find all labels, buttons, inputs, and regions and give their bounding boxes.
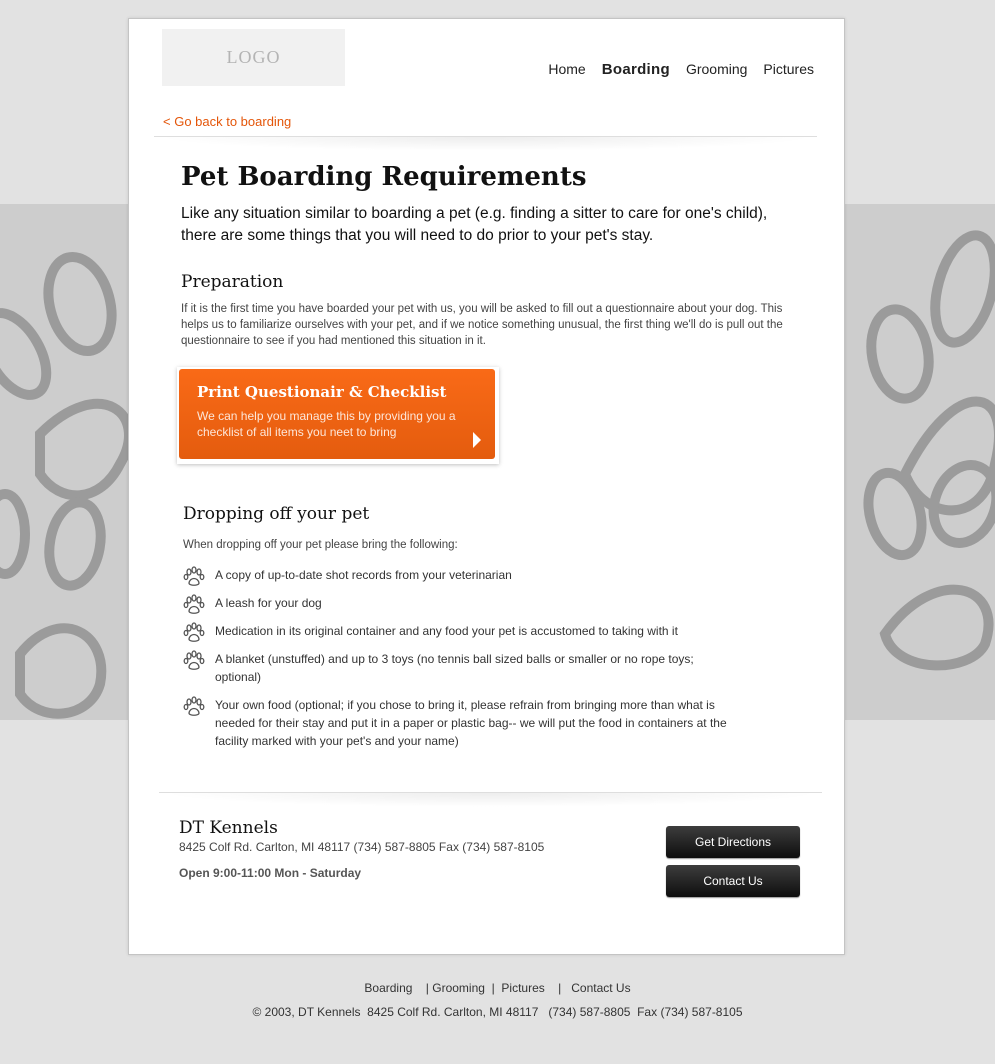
bottom-separator: | bbox=[548, 981, 572, 995]
business-hours: Open 9:00-11:00 Mon - Saturday bbox=[179, 866, 362, 880]
back-to-boarding-link[interactable]: < Go back to boarding bbox=[163, 114, 291, 129]
list-item-text: A blanket (unstuffed) and up to 3 toys (… bbox=[215, 652, 694, 684]
nav-pictures[interactable]: Pictures bbox=[763, 61, 814, 78]
print-questionnaire-card: Print Questionair & Checklist We can hel… bbox=[177, 367, 499, 464]
preparation-heading: Preparation bbox=[181, 272, 284, 292]
footer-divider bbox=[159, 792, 822, 807]
cta-title: Print Questionair & Checklist bbox=[197, 383, 447, 401]
bottom-link-pictures[interactable]: Pictures bbox=[501, 981, 544, 995]
main-nav: Home Boarding Grooming Pictures bbox=[548, 61, 814, 78]
bottom-separator: | bbox=[415, 981, 433, 995]
paw-icon bbox=[183, 696, 205, 716]
header-divider bbox=[154, 136, 817, 151]
preparation-text: If it is the first time you have boarded… bbox=[181, 303, 783, 347]
bottom-link-grooming[interactable]: Grooming bbox=[432, 981, 485, 995]
list-item-text: Medication in its original container and… bbox=[215, 624, 678, 638]
dropoff-heading: Dropping off your pet bbox=[183, 504, 370, 524]
intro-text: Like any situation similar to boarding a… bbox=[181, 205, 768, 244]
list-item-text: A leash for your dog bbox=[215, 596, 322, 610]
cta-description: We can help you manage this by providing… bbox=[197, 409, 456, 439]
paw-pattern-left bbox=[0, 251, 130, 719]
paw-pattern-right bbox=[863, 230, 995, 671]
nav-grooming[interactable]: Grooming bbox=[686, 61, 747, 78]
bottom-link-boarding[interactable]: Boarding bbox=[364, 981, 412, 995]
paw-icon bbox=[183, 650, 205, 670]
nav-home[interactable]: Home bbox=[548, 61, 585, 78]
contact-us-button[interactable]: Contact Us bbox=[666, 865, 800, 897]
page-title: Pet Boarding Requirements bbox=[181, 162, 587, 192]
copyright: © 2003, DT Kennels 8425 Colf Rd. Carlton… bbox=[252, 1005, 743, 1019]
page-container: LOGO Home Boarding Grooming Pictures < G… bbox=[128, 18, 845, 955]
get-directions-button[interactable]: Get Directions bbox=[666, 826, 800, 858]
business-address: 8425 Colf Rd. Carlton, MI 48117 (734) 58… bbox=[179, 840, 545, 854]
logo[interactable]: LOGO bbox=[162, 29, 345, 86]
paw-icon bbox=[183, 594, 205, 614]
business-name: DT Kennels bbox=[179, 818, 278, 838]
arrow-right-icon bbox=[473, 432, 481, 448]
list-item-text: Your own food (optional; if you chose to… bbox=[215, 698, 727, 748]
print-questionnaire-button[interactable]: Print Questionair & Checklist We can hel… bbox=[179, 369, 495, 459]
paw-icon bbox=[183, 622, 205, 642]
nav-boarding[interactable]: Boarding bbox=[602, 61, 670, 78]
dropoff-lead: When dropping off your pet please bring … bbox=[183, 539, 458, 551]
bottom-separator: | bbox=[488, 981, 502, 995]
list-item-text: A copy of up-to-date shot records from y… bbox=[215, 568, 512, 582]
bottom-link-contact[interactable]: Contact Us bbox=[571, 981, 630, 995]
paw-icon bbox=[183, 566, 205, 586]
bottom-nav: Boarding | Grooming | Pictures | Contact… bbox=[0, 981, 995, 995]
